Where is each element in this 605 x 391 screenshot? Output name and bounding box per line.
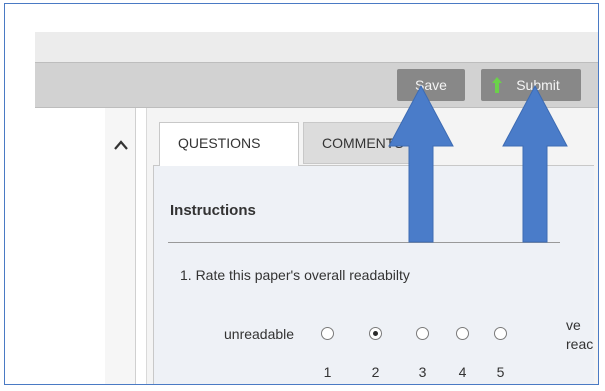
chevron-up-icon[interactable] — [113, 140, 129, 150]
question-1-text: 1. Rate this paper's overall readabilty — [180, 267, 410, 283]
rating-number-1: 1 — [323, 364, 332, 380]
divider — [168, 242, 560, 243]
panel-gutter — [136, 108, 147, 384]
rating-radio-5[interactable] — [494, 327, 507, 340]
tab-comments[interactable]: COMMENTS — [303, 122, 433, 164]
tab-comments-label: COMMENTS — [322, 135, 404, 151]
app-window: Save Submit QUESTIONS COMMENTS Instructi… — [4, 3, 599, 385]
scale-left-label: unreadable — [224, 326, 295, 342]
submit-label: Submit — [516, 77, 560, 93]
top-bar — [35, 32, 598, 63]
save-button[interactable]: Save — [397, 69, 465, 101]
review-panel: QUESTIONS COMMENTS Instructions 1. Rate … — [147, 108, 598, 384]
instructions-heading: Instructions — [170, 202, 256, 219]
rating-radio-2[interactable] — [369, 327, 382, 340]
rating-radio-4[interactable] — [456, 327, 469, 340]
review-toolbar: Save Submit — [35, 62, 598, 108]
rating-radio-1[interactable] — [321, 327, 334, 340]
rating-number-4: 4 — [458, 364, 467, 380]
rating-number-2: 2 — [371, 364, 380, 380]
rating-number-3: 3 — [418, 364, 427, 380]
rating-radio-3[interactable] — [416, 327, 429, 340]
side-panel — [105, 108, 136, 384]
scale-right-label-line1: ve — [566, 317, 581, 333]
questions-panel: Instructions 1. Rate this paper's overal… — [153, 165, 594, 384]
tab-questions-label: QUESTIONS — [178, 135, 261, 151]
submit-arrow-icon — [492, 77, 502, 93]
submit-button[interactable]: Submit — [481, 69, 581, 101]
scale-right-label-line2: reac — [566, 336, 594, 352]
save-label: Save — [415, 77, 447, 93]
tab-questions[interactable]: QUESTIONS — [159, 122, 299, 166]
scale-right-label: ve reac — [566, 316, 593, 354]
rating-number-5: 5 — [496, 364, 505, 380]
